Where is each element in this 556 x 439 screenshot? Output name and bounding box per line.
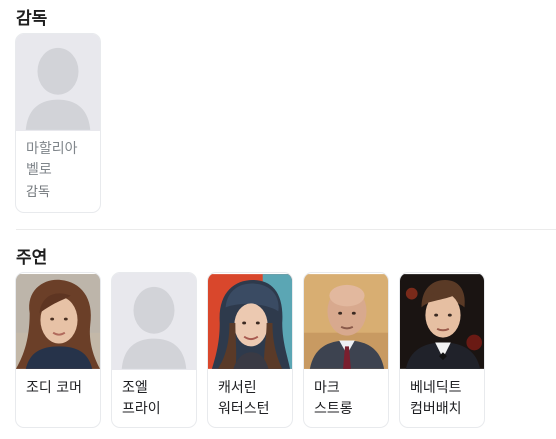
- cast-card[interactable]: 마크 스트롱: [303, 272, 389, 428]
- actor-photo: [304, 273, 388, 370]
- cast-name: 조디 코머: [26, 380, 82, 396]
- director-role: 감독: [26, 185, 50, 200]
- cast-name: 마크 스트롱: [314, 380, 353, 417]
- director-card[interactable]: 마할리아 벨로 감독: [15, 33, 101, 213]
- cast-card[interactable]: 캐서린 워터스턴: [207, 272, 293, 428]
- person-placeholder-icon: [112, 273, 196, 370]
- person-placeholder-icon: [16, 34, 100, 131]
- cast-name: 캐서린 워터스턴: [218, 380, 270, 417]
- cast-card[interactable]: 조디 코머: [15, 272, 101, 428]
- cast-section-title: 주연: [16, 248, 48, 268]
- actor-photo: [16, 273, 100, 370]
- cast-card[interactable]: 베네딕트 컴버배치: [399, 272, 485, 428]
- director-section-title: 감독: [16, 9, 48, 29]
- cast-name: 베네딕트 컴버배치: [410, 380, 462, 417]
- section-divider: [16, 229, 556, 230]
- actor-photo: [400, 273, 484, 370]
- actor-photo: [208, 273, 292, 370]
- cast-name: 조엘 프라이: [122, 380, 161, 417]
- cast-card[interactable]: 조엘 프라이: [111, 272, 197, 428]
- director-name: 마할리아 벨로: [26, 141, 78, 178]
